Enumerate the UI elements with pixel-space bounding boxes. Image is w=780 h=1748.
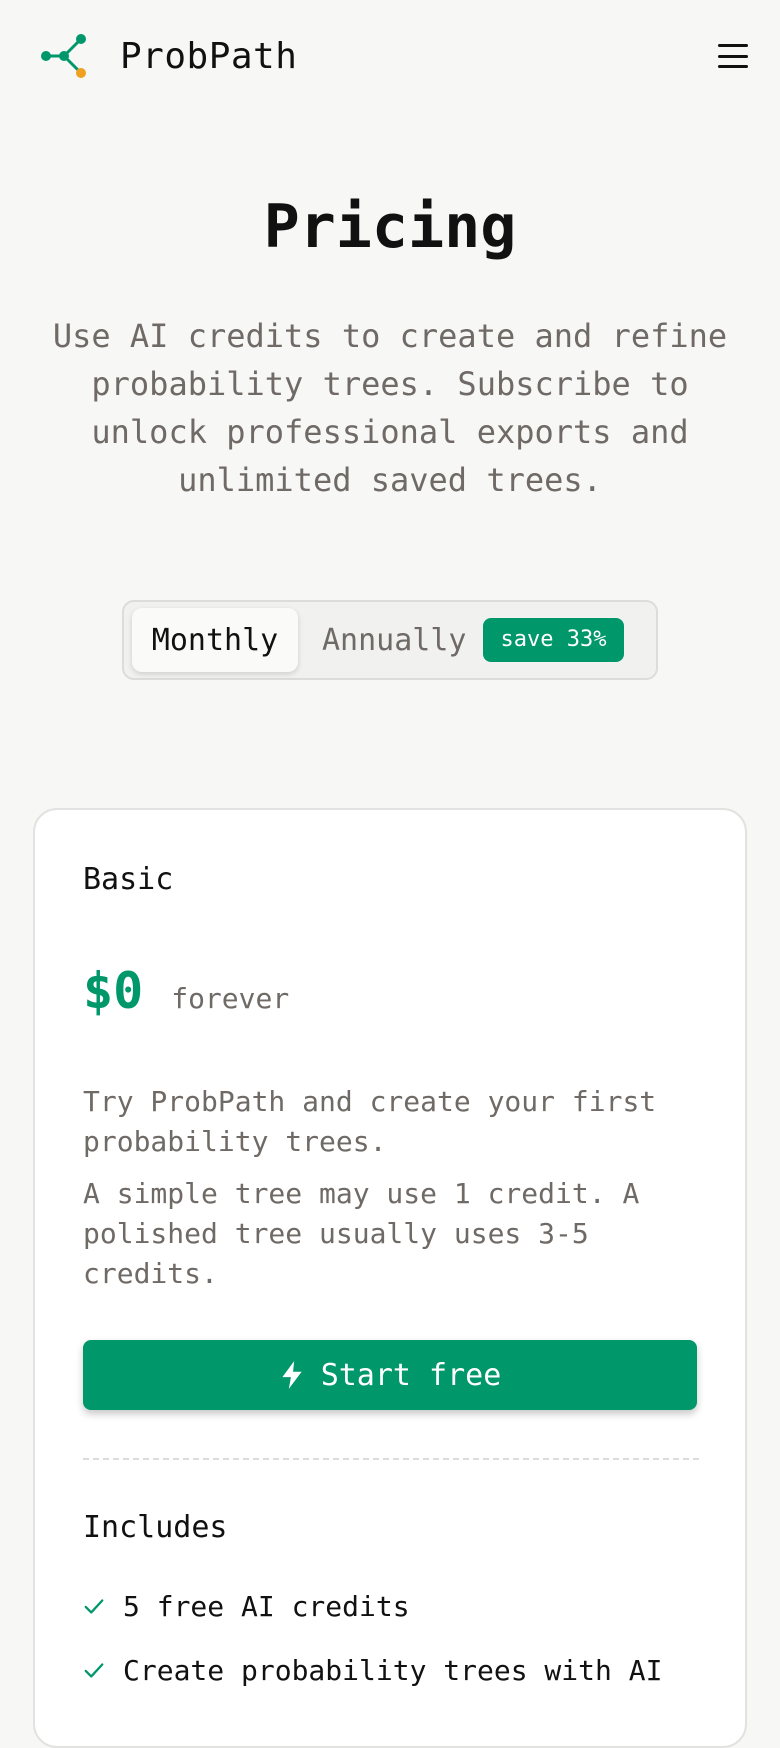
feature-list: 5 free AI credits Create probability tre…	[83, 1574, 662, 1702]
top-nav: ProbPath	[0, 0, 780, 112]
check-icon	[84, 1599, 104, 1614]
feature-label: Create probability trees with AI	[123, 1653, 663, 1687]
plan-card-basic: Basic $0 forever Try ProbPath and create…	[33, 808, 747, 1748]
feature-label: 5 free AI credits	[123, 1589, 410, 1623]
list-item: 5 free AI credits	[83, 1574, 662, 1638]
tree-nodes-icon[interactable]	[40, 32, 88, 80]
save-badge: save 33%	[482, 618, 625, 662]
start-free-button[interactable]: Start free	[83, 1340, 697, 1410]
hamburger-menu-icon[interactable]	[717, 40, 749, 72]
plan-period: forever	[171, 982, 290, 1015]
brand-name[interactable]: ProbPath	[120, 36, 297, 77]
plan-price: $0	[83, 962, 144, 1020]
tab-annually-label: Annually	[322, 622, 467, 658]
start-free-label: Start free	[320, 1357, 502, 1393]
card-divider	[83, 1458, 699, 1460]
price-row: $0 forever	[83, 962, 289, 1020]
plan-name: Basic	[83, 862, 174, 897]
billing-period-toggle: Monthly Annually save 33%	[122, 600, 658, 680]
plan-credit-note: A simple tree may use 1 credit. A polish…	[83, 1177, 640, 1290]
check-icon	[84, 1663, 104, 1678]
page-title: Pricing	[263, 192, 517, 262]
includes-heading: Includes	[83, 1510, 228, 1545]
plan-description: Try ProbPath and create your first proba…	[83, 1085, 657, 1158]
lightning-icon	[282, 1361, 302, 1389]
tab-monthly[interactable]: Monthly	[132, 608, 298, 672]
tab-annually[interactable]: Annually save 33%	[298, 608, 625, 672]
list-item: Create probability trees with AI	[83, 1638, 662, 1702]
page-subtitle: Use AI credits to create and refine prob…	[52, 317, 728, 499]
